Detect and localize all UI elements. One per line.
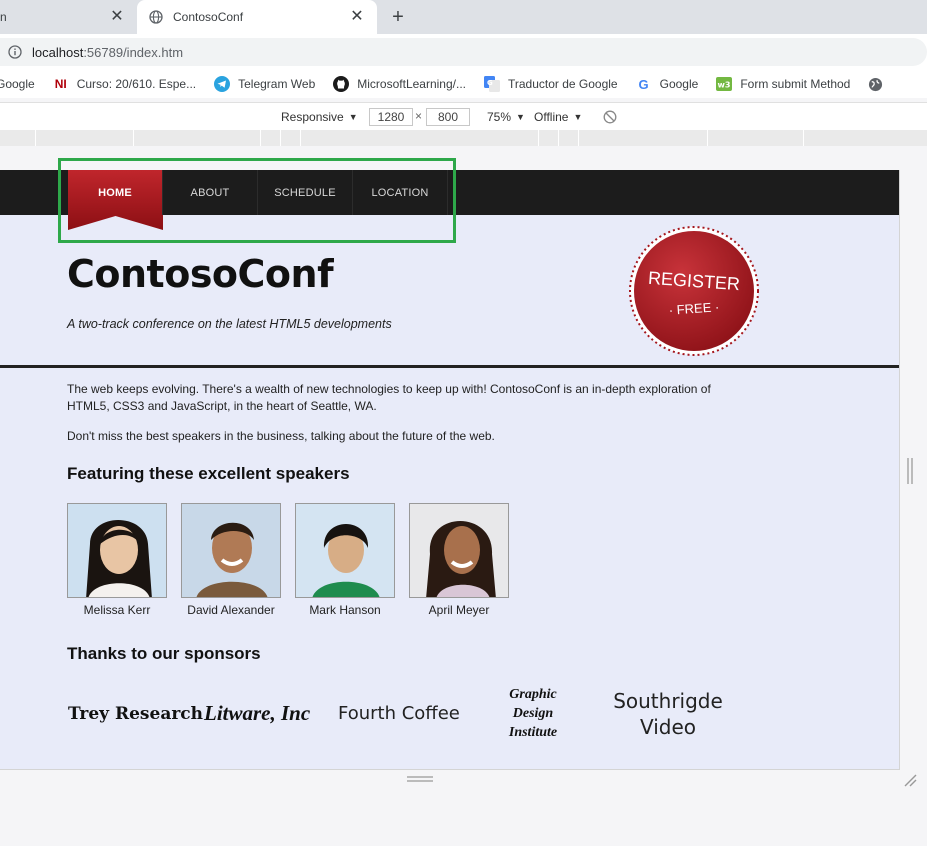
sponsor-logo[interactable]: Fourth Coffee: [338, 703, 460, 724]
nav-location[interactable]: LOCATION: [353, 170, 448, 215]
sponsor-logo[interactable]: Trey Research: [68, 704, 203, 724]
speaker-name: David Alexander: [187, 603, 275, 617]
device-toolbar: Responsive ▼ 1280 × 800 75% ▼ Offline ▼: [0, 102, 927, 130]
telegram-icon: [214, 76, 231, 92]
speaker-photo: [409, 503, 509, 598]
address-bar: localhost:56789/index.htm: [0, 34, 927, 70]
resize-handle-bottom[interactable]: [407, 776, 433, 782]
globe-icon[interactable]: [868, 77, 883, 92]
github-icon: [333, 76, 350, 92]
speakers-heading: Featuring these excellent speakers: [67, 464, 350, 483]
media-query-ruler[interactable]: [0, 130, 927, 146]
new-tab-button[interactable]: +: [387, 6, 409, 28]
svg-text:G: G: [487, 79, 493, 87]
tab-strip: n ✕ ContosoConf ✕ +: [0, 0, 927, 34]
header-divider: [0, 365, 899, 368]
zoom-label: 75%: [487, 109, 512, 124]
speaker-card[interactable]: April Meyer: [409, 503, 509, 617]
resize-handle-corner[interactable]: [903, 773, 917, 787]
nav-schedule[interactable]: SCHEDULE: [258, 170, 353, 215]
throttle-select[interactable]: Offline ▼: [534, 110, 582, 124]
sponsor-logo[interactable]: Litware, Inc: [204, 701, 310, 726]
device-label: Responsive: [281, 109, 344, 124]
bookmark-label: Form submit Method: [740, 77, 851, 91]
ni-icon: NI: [54, 77, 67, 91]
speaker-photo: [181, 503, 281, 598]
rotate-icon[interactable]: [603, 110, 617, 124]
tab-title: n: [0, 10, 7, 24]
bookmark-google-2[interactable]: G Google: [636, 76, 699, 92]
speaker-name: Mark Hanson: [309, 603, 381, 617]
nav-home[interactable]: HOME: [68, 170, 163, 215]
speaker-card[interactable]: Melissa Kerr: [67, 503, 167, 617]
device-select[interactable]: Responsive ▼: [281, 110, 358, 124]
bookmark-telegram[interactable]: Telegram Web: [214, 76, 315, 92]
page-viewport: HOME ABOUT SCHEDULE LOCATION ContosoConf…: [0, 170, 900, 770]
times-sign: ×: [415, 109, 423, 123]
bookmark-label: Traductor de Google: [507, 77, 618, 91]
tab-title: ContosoConf: [173, 10, 244, 24]
page-title: ContosoConf: [67, 252, 334, 296]
svg-text:w3: w3: [718, 81, 731, 90]
nav-about[interactable]: ABOUT: [163, 170, 258, 215]
zoom-select[interactable]: 75% ▼: [487, 110, 525, 124]
bookmark-form-submit[interactable]: w3 Form submit Method: [716, 76, 850, 92]
height-input[interactable]: 800: [426, 107, 470, 126]
translate-icon: G: [483, 76, 500, 92]
sponsors-heading: Thanks to our sponsors: [67, 644, 261, 663]
speaker-card[interactable]: David Alexander: [181, 503, 281, 617]
bookmark-label: Curso: 20/610. Espe...: [76, 77, 197, 91]
w3-icon: w3: [716, 77, 733, 91]
bookmarks-bar: Google NI Curso: 20/610. Espe... Telegra…: [0, 70, 927, 98]
info-icon[interactable]: [8, 45, 22, 59]
sponsor-logo[interactable]: Southrigde Video: [613, 688, 723, 740]
browser-tab-previous[interactable]: n ✕: [0, 0, 137, 34]
caret-down-icon: ▼: [573, 111, 583, 122]
bookmark-curso[interactable]: NI Curso: 20/610. Espe...: [53, 76, 196, 92]
speakers-list: Melissa Kerr David Alexander Mark Hanson…: [67, 503, 523, 617]
speaker-name: Melissa Kerr: [83, 603, 151, 617]
bookmark-label: Google: [659, 77, 699, 91]
speaker-photo: [67, 503, 167, 598]
bookmark-github[interactable]: MicrosoftLearning/...: [333, 76, 466, 92]
caret-down-icon: ▼: [348, 111, 358, 122]
intro-paragraph: The web keeps evolving. There's a wealth…: [67, 382, 711, 413]
page-subtitle: A two-track conference on the latest HTM…: [67, 317, 392, 331]
bookmark-translate[interactable]: G Traductor de Google: [483, 76, 618, 92]
browser-tab-active[interactable]: ContosoConf ✕: [137, 0, 377, 34]
register-button[interactable]: REGISTER · FREE ·: [628, 225, 760, 357]
sponsor-logo[interactable]: Graphic Design Institute: [493, 685, 573, 742]
speaker-card[interactable]: Mark Hanson: [295, 503, 395, 617]
close-icon[interactable]: ✕: [349, 9, 365, 25]
resize-handle-right[interactable]: [907, 458, 913, 484]
throttle-label: Offline: [534, 109, 569, 124]
speaker-photo: [295, 503, 395, 598]
width-input[interactable]: 1280: [369, 107, 413, 126]
close-icon[interactable]: ✕: [109, 9, 125, 25]
bookmark-google[interactable]: Google: [0, 77, 35, 91]
intro-paragraph-2: Don't miss the best speakers in the busi…: [67, 429, 495, 443]
site-nav: HOME ABOUT SCHEDULE LOCATION: [0, 170, 899, 230]
caret-down-icon: ▼: [516, 111, 525, 122]
bookmark-label: Telegram Web: [238, 77, 316, 91]
url-path: :56789/index.htm: [83, 44, 184, 60]
globe-icon: [149, 10, 163, 24]
speaker-name: April Meyer: [428, 603, 490, 617]
sponsors-list: Trey Research Litware, Inc Fourth Coffee…: [67, 685, 767, 745]
url-host: localhost: [32, 44, 84, 60]
bookmark-label: Google: [0, 77, 35, 91]
google-icon: G: [638, 76, 649, 92]
bookmark-label: MicrosoftLearning/...: [357, 77, 466, 91]
url-input[interactable]: localhost:56789/index.htm: [0, 38, 927, 66]
